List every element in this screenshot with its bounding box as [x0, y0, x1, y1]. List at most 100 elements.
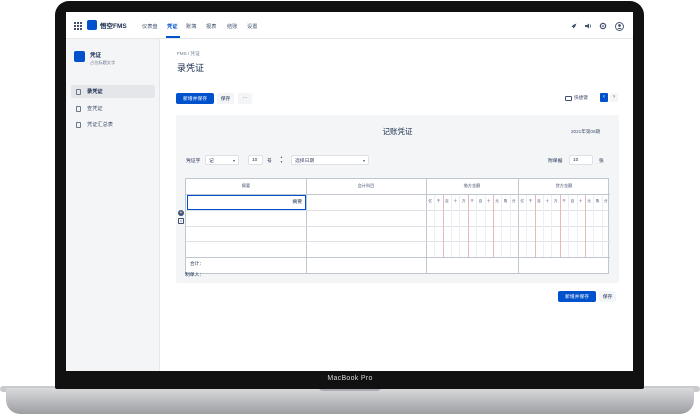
digit-unit-label: 十: [578, 199, 583, 203]
save-button[interactable]: 保存: [217, 93, 234, 104]
digit-unit-label: 元: [587, 199, 591, 203]
total-divider: [186, 257, 610, 258]
voucher-number-suffix: 号: [267, 159, 272, 164]
digit-unit-label: 万: [553, 199, 558, 203]
top-navigation: 悟空FMS 仪表盘 凭证 账簿 报表 结账 设置: [66, 12, 633, 39]
accounting-period: 2021年第09期: [571, 129, 601, 134]
digit-unit-label: 万: [461, 199, 466, 203]
column-header-summary: 摘要: [241, 183, 251, 188]
nav-item-reports[interactable]: 报表: [206, 23, 216, 30]
save-and-new-button[interactable]: 新增并保存: [176, 93, 214, 104]
app-screen: 悟空FMS 仪表盘 凭证 账簿 报表 结账 设置 凭证 占位标题文字 录凭证 查…: [66, 12, 633, 371]
digit-unit-label: 百: [537, 199, 541, 203]
sidebar-item-query-voucher[interactable]: 查凭证: [71, 102, 155, 115]
digit-unit-label: 元: [495, 199, 499, 203]
add-row-icon[interactable]: +: [178, 210, 184, 216]
quick-key-button[interactable]: 快捷键: [565, 95, 588, 101]
voucher-type-select[interactable]: 记 ▾: [205, 155, 239, 165]
nav-item-voucher[interactable]: 凭证: [167, 23, 177, 30]
digit-separator: [593, 195, 595, 257]
digit-separator: [467, 195, 469, 257]
page-title: 录凭证: [177, 63, 205, 73]
rocket-icon[interactable]: [570, 22, 578, 30]
digit-separator: [576, 195, 578, 257]
date-placeholder: 选择日期: [295, 158, 315, 164]
date-picker[interactable]: 选择日期 ▾: [291, 155, 369, 165]
column-header-credit: 贷方金额: [555, 183, 573, 188]
laptop-base: [6, 388, 694, 414]
digit-unit-label: 百: [478, 199, 483, 203]
row-divider: [186, 210, 610, 211]
digit-separator: [501, 195, 503, 257]
voucher-number-value: 10: [252, 157, 258, 163]
digit-unit-label: 百: [570, 199, 575, 203]
digit-separator: [451, 195, 453, 257]
digit-separator: [584, 195, 586, 257]
delete-row-icon[interactable]: ×: [178, 218, 184, 224]
digit-unit-label: 千: [528, 199, 533, 203]
keyboard-icon: [565, 95, 572, 101]
quick-key-label: 快捷键: [574, 95, 588, 100]
digit-separator: [568, 195, 570, 257]
next-voucher-button[interactable]: ›: [610, 93, 618, 102]
device-label: MacBook Pro: [327, 375, 373, 382]
chevron-down-icon: ▾: [362, 158, 365, 163]
gear-icon[interactable]: [599, 22, 607, 30]
digit-unit-label: 亿: [520, 199, 524, 203]
digit-unit-label: 十: [453, 199, 458, 203]
breadcrumb: FMS / 凭证: [177, 51, 200, 56]
more-actions-button[interactable]: ···: [238, 93, 252, 104]
digit-separator: [509, 195, 511, 257]
maker-label: 制单人：: [185, 273, 205, 278]
digit-unit-label: 千: [470, 199, 474, 203]
digit-unit-label: 千: [562, 199, 566, 203]
nav-item-settings[interactable]: 设置: [247, 23, 257, 30]
account-input[interactable]: [307, 196, 425, 209]
voucher-type-value: 记: [209, 158, 214, 164]
nav-item-closing[interactable]: 结账: [227, 23, 237, 30]
sidebar-item-voucher-summary[interactable]: 凭证汇总表: [71, 118, 155, 131]
digit-separator: [492, 195, 494, 257]
attachments-value: 10: [573, 157, 579, 163]
app-logo[interactable]: 悟空FMS: [87, 20, 127, 30]
sidebar-item-record-voucher[interactable]: 录凭证: [71, 85, 155, 98]
summary-table-icon: [76, 121, 81, 128]
voucher-number-input[interactable]: 10: [248, 155, 263, 165]
nav-item-ledger[interactable]: 账簿: [186, 23, 196, 30]
digit-separator: [601, 195, 603, 257]
sidebar-subtitle: 占位标题文字: [90, 60, 116, 65]
sidebar-item-label: 查凭证: [87, 106, 103, 112]
row-divider: [186, 226, 610, 227]
digit-separator: [442, 195, 444, 257]
search-document-icon: [76, 105, 81, 112]
nav-item-dashboard[interactable]: 仪表盘: [142, 23, 158, 30]
footer-save-and-new-button[interactable]: 新增并保存: [558, 291, 596, 302]
chevron-down-icon: ▾: [232, 158, 235, 163]
digit-unit-label: 十: [486, 199, 491, 203]
number-stepper[interactable]: ▲ ▼: [279, 155, 284, 165]
digit-unit-label: 分: [604, 199, 608, 203]
digit-separator: [526, 195, 528, 257]
digit-separator: [551, 195, 553, 257]
digit-unit-label: 十: [545, 199, 550, 203]
app-grid-icon[interactable]: [74, 22, 82, 30]
sidebar-item-label: 凭证汇总表: [87, 122, 113, 128]
sidebar-item-label: 录凭证: [87, 89, 103, 95]
digit-unit-label: 角: [503, 199, 508, 203]
digit-separator: [476, 195, 478, 257]
digit-separator: [434, 195, 436, 257]
summary-input-active[interactable]: 摘要: [187, 195, 306, 210]
active-tab-indicator: [166, 36, 180, 38]
previous-voucher-button[interactable]: ‹: [600, 93, 608, 102]
total-label: 合计：: [190, 261, 204, 266]
voucher-card: 记账凭证 2021年第09期 凭证字 记 ▾ 10 号 ▲ ▼ 选择日期 ▾ 附单…: [176, 115, 619, 283]
speaker-icon[interactable]: [584, 22, 592, 30]
attachments-label: 附单据: [548, 159, 563, 164]
attachments-input[interactable]: 10: [569, 155, 593, 165]
footer-save-button[interactable]: 保存: [599, 291, 616, 302]
sidebar-title: 凭证: [90, 53, 102, 59]
user-avatar-icon[interactable]: [615, 22, 624, 31]
column-header-debit: 借方金额: [463, 183, 481, 188]
column-header-account: 会计科目: [357, 183, 375, 188]
voucher-type-label: 凭证字: [186, 159, 201, 164]
